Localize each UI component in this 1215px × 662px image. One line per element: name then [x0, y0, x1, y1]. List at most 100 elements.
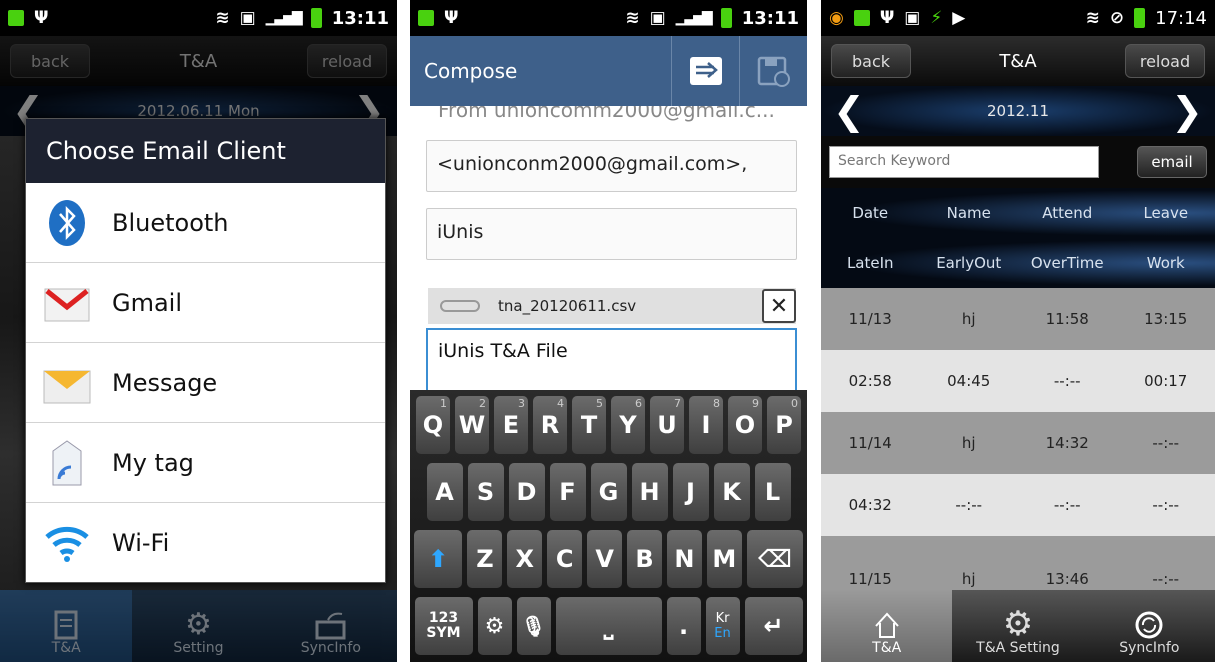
table-cell: 00:17: [1144, 372, 1188, 390]
key-s[interactable]: S: [467, 463, 504, 521]
bluetooth-icon: [42, 198, 92, 248]
prev-month-icon[interactable]: ❮: [833, 92, 865, 130]
key-l[interactable]: L: [754, 463, 791, 521]
subject-field[interactable]: iUnis: [426, 208, 797, 260]
email-client-option-bluetooth[interactable]: Bluetooth: [26, 183, 385, 263]
battery-icon: [310, 8, 322, 28]
space-key[interactable]: ⎵: [555, 597, 662, 655]
email-client-option-wifi[interactable]: Wi-Fi: [26, 503, 385, 583]
key-m[interactable]: M: [706, 530, 742, 588]
table-row[interactable]: 11/15 hj 13:46 --:--: [821, 536, 1215, 598]
email-client-option-my-tag[interactable]: My tag: [26, 423, 385, 503]
table-cell: --:--: [1152, 570, 1180, 588]
table-cell: --:--: [1053, 372, 1081, 390]
key-t[interactable]: T5: [572, 396, 606, 454]
reload-button[interactable]: reload: [1124, 44, 1205, 78]
key-x[interactable]: X: [507, 530, 543, 588]
key-f[interactable]: F: [549, 463, 586, 521]
option-label: Message: [112, 368, 218, 397]
key-j[interactable]: J: [672, 463, 709, 521]
clock: 13:11: [331, 7, 389, 29]
email-button[interactable]: email: [1137, 146, 1207, 178]
tab-ta[interactable]: T&A: [0, 590, 133, 662]
key-letter: Y: [619, 411, 637, 439]
key-w[interactable]: W2: [455, 396, 489, 454]
usb-icon: Ψ: [879, 8, 895, 28]
key-number: 8: [713, 397, 720, 410]
tab-label: T&A: [872, 640, 902, 656]
key-c[interactable]: C: [547, 530, 583, 588]
table-cell: 13:46: [1045, 570, 1089, 588]
key-g[interactable]: G: [590, 463, 627, 521]
key-d[interactable]: D: [508, 463, 545, 521]
body-field[interactable]: iUnis T&A File: [426, 328, 797, 390]
save-draft-button[interactable]: [739, 36, 807, 106]
signal-icon: ▁▃▅▇: [265, 10, 303, 26]
key-u[interactable]: U7: [650, 396, 684, 454]
key-number: 6: [635, 397, 642, 410]
backspace-key[interactable]: ⌫: [746, 530, 804, 588]
key-r[interactable]: R4: [533, 396, 567, 454]
send-button[interactable]: [671, 36, 739, 106]
sym-key[interactable]: 123 SYM: [414, 597, 473, 655]
table-header-row-1: Date Name Attend Leave: [821, 188, 1215, 238]
next-month-icon[interactable]: ❯: [1171, 92, 1203, 130]
key-i[interactable]: I8: [689, 396, 723, 454]
table-cell: --:--: [1152, 496, 1180, 514]
option-label: Bluetooth: [112, 208, 229, 237]
screen-compose: Ψ ≋ ▣ ▁▃▅▇ 13:11 Compose From unioncomm2…: [410, 0, 807, 662]
table-row[interactable]: 04:32 --:-- --:-- --:--: [821, 474, 1215, 536]
key-h[interactable]: H: [631, 463, 668, 521]
compose-header: Compose: [410, 36, 807, 106]
table-cell: 11:58: [1045, 310, 1089, 328]
clock: 17:14: [1155, 7, 1207, 29]
key-number: 3: [518, 397, 525, 410]
key-b[interactable]: B: [627, 530, 662, 588]
battery-icon: [1134, 8, 1146, 28]
key-p[interactable]: P0: [767, 396, 801, 454]
search-input[interactable]: Search Keyword: [829, 146, 1099, 178]
key-a[interactable]: A: [426, 463, 463, 521]
table-row[interactable]: 11/14 hj 14:32 --:--: [821, 412, 1215, 474]
no-signal-icon: ⊘: [1109, 8, 1125, 28]
key-n[interactable]: N: [666, 530, 702, 588]
enter-key[interactable]: ↵: [744, 597, 803, 655]
gear-icon: ⚙: [484, 613, 505, 639]
sync-icon: [1135, 611, 1163, 639]
key-y[interactable]: Y6: [611, 396, 645, 454]
period-key[interactable]: .: [666, 597, 701, 655]
save-draft-icon: [757, 56, 790, 87]
reload-button[interactable]: reload: [306, 44, 387, 78]
tab-ta[interactable]: T&A: [821, 590, 953, 662]
key-o[interactable]: O9: [728, 396, 762, 454]
sym-key-label: 123 SYM: [426, 609, 461, 641]
clock: 13:11: [741, 7, 799, 29]
email-client-option-message[interactable]: Message: [26, 343, 385, 423]
table-row[interactable]: 11/13 hj 11:58 13:15: [821, 288, 1215, 350]
tab-ta-setting[interactable]: ⚙ T&A Setting: [952, 590, 1083, 662]
key-k[interactable]: K: [713, 463, 750, 521]
table-cell: 14:32: [1045, 434, 1089, 452]
table-cell: --:--: [1152, 434, 1180, 452]
mic-key[interactable]: 🎙: [516, 597, 551, 655]
battery-icon: [720, 8, 732, 28]
shift-key[interactable]: ⬆: [413, 530, 463, 588]
remove-attachment-button[interactable]: ✕: [762, 289, 796, 323]
language-key[interactable]: Kr En: [705, 597, 740, 655]
shift-icon: ⬆: [428, 545, 449, 573]
key-z[interactable]: Z: [467, 530, 503, 588]
lang-top-label: Kr: [715, 611, 730, 626]
key-q[interactable]: Q1: [416, 396, 450, 454]
back-button[interactable]: back: [831, 44, 911, 78]
tab-setting[interactable]: ⚙ Setting: [132, 590, 264, 662]
email-client-option-gmail[interactable]: Gmail: [26, 263, 385, 343]
key-v[interactable]: V: [587, 530, 623, 588]
tab-syncinfo[interactable]: SyncInfo: [265, 590, 397, 662]
back-button[interactable]: back: [10, 44, 90, 78]
settings-key[interactable]: ⚙: [477, 597, 512, 655]
tab-syncinfo[interactable]: SyncInfo: [1084, 590, 1215, 662]
key-e[interactable]: E3: [494, 396, 528, 454]
to-field[interactable]: <unionconm2000@gmail.com>,: [426, 140, 797, 192]
table-row[interactable]: 02:58 04:45 --:-- 00:17: [821, 350, 1215, 412]
key-letter: Q: [422, 411, 444, 439]
